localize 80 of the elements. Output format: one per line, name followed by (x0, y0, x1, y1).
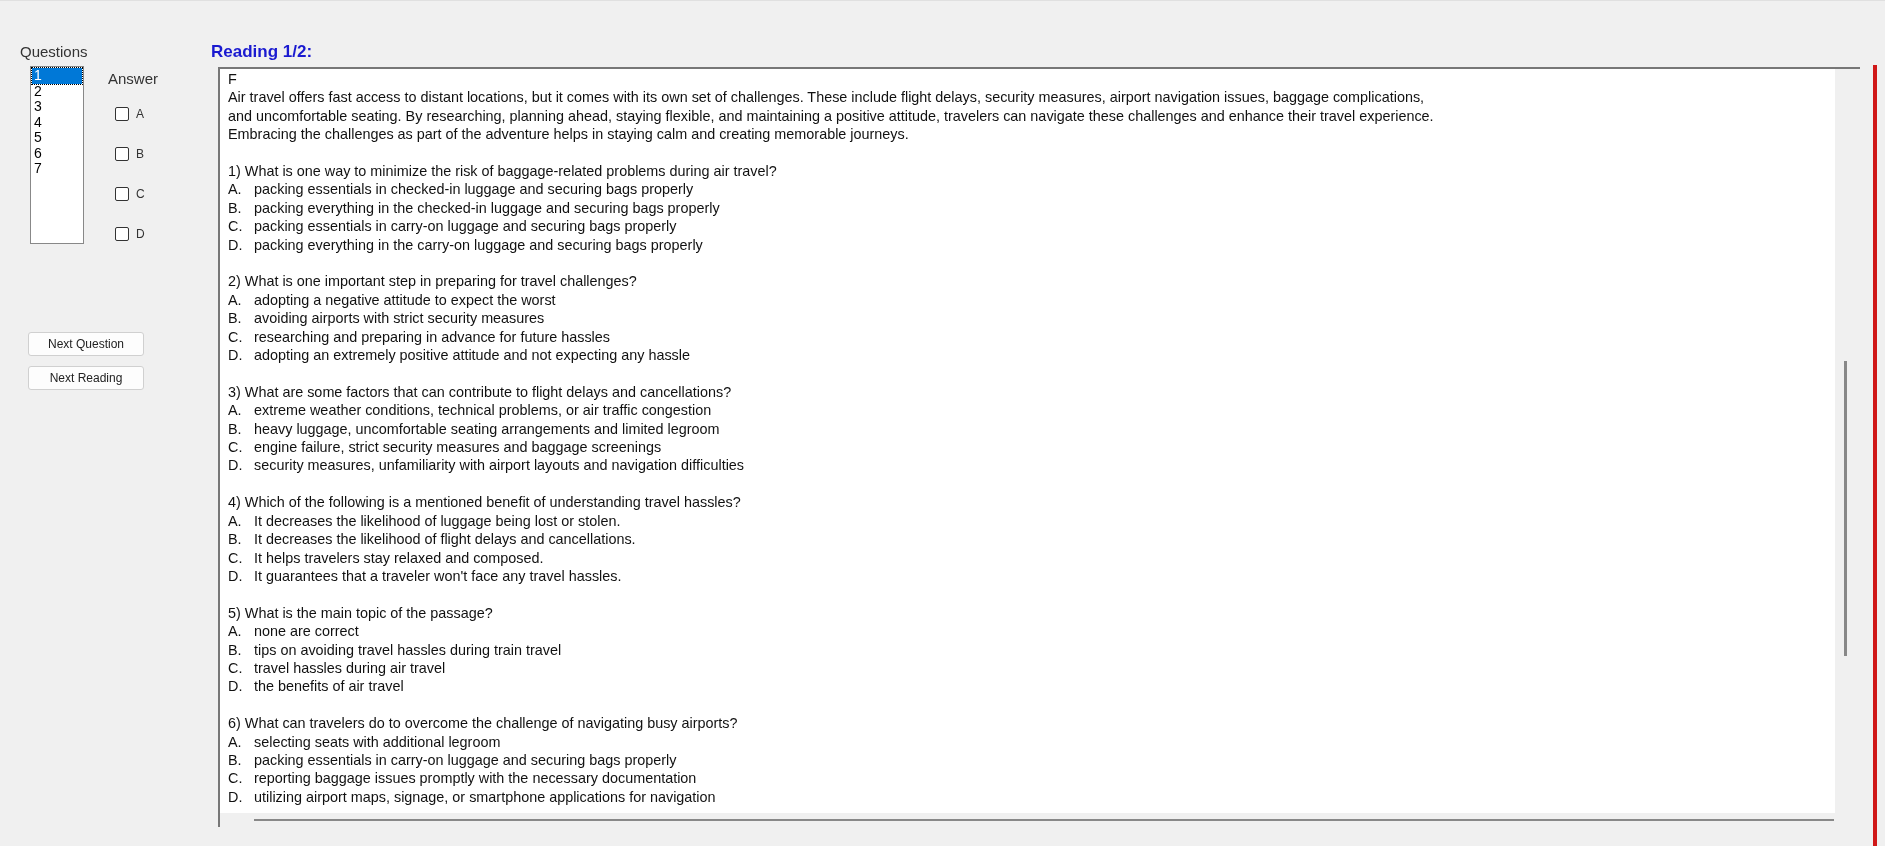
option-letter: A. (228, 511, 243, 531)
option-text: It helps travelers stay relaxed and composed. (254, 548, 544, 567)
option-letter: D. (228, 456, 244, 475)
option-text: avoiding airports with strict security measures (254, 309, 545, 328)
question-text: 5) What is the main topic of the passage? (228, 603, 494, 623)
question-list-item[interactable]: 4 (32, 114, 82, 130)
option-letter: C. (228, 217, 244, 236)
question-list-item[interactable]: 1 (32, 68, 82, 84)
option-text: It decreases the likelihood of flight delays and cancellations. (254, 530, 636, 549)
option-letter: D. (228, 346, 244, 365)
option-label: C (136, 187, 145, 201)
option-letter: B. (228, 419, 243, 439)
question-text: 2) What is one important step in preparing for travel challenges? (228, 272, 638, 291)
option-text: engine failure, strict security measures and baggage screenings (254, 438, 662, 457)
checkbox[interactable] (115, 147, 129, 161)
question-text: 1) What is one way to minimize the risk of baggage-related problems during air travel? (228, 162, 778, 181)
question-list-item[interactable]: 3 (32, 99, 82, 115)
question-text: 6) What can travelers do to overcome the challenge of navigating busy airports? (228, 714, 739, 733)
option-text: heavy luggage, uncomfortable seating arrangements and limited legroom (254, 419, 720, 439)
option-text: the benefits of air travel (254, 677, 404, 696)
option-letter: C. (228, 658, 244, 678)
option-letter: C. (228, 769, 244, 788)
passage-line: Embracing the challenges as part of the adventure helps in staying calm and creating memorable journeys. (228, 125, 910, 144)
option-text: packing everything in the checked-in luggage and securing bags properly (254, 198, 720, 218)
option-letter: A. (228, 622, 243, 641)
option-letter: D. (228, 235, 244, 255)
option-letter: A. (228, 180, 243, 199)
passage-line: Air travel offers fast access to distant locations, but it comes with its own set of challenges. These include flight delays, security measures, airport navigation issues, baggage complications, (228, 88, 1426, 107)
question-text: 3) What are some factors that can contribute to flight delays and cancellations? (228, 382, 733, 402)
option-letter: B. (228, 309, 243, 328)
option-text: It guarantees that a traveler won't face any travel hassles. (254, 566, 622, 586)
option-text: packing everything in the carry-on luggage and securing bags properly (254, 235, 703, 255)
option-text: It decreases the likelihood of luggage being lost or stolen. (254, 511, 621, 531)
option-label: A (136, 107, 144, 121)
question-list-item[interactable]: 7 (32, 161, 82, 177)
text-line: F (228, 70, 238, 89)
option-text: adopting a negative attitude to expect the worst (254, 290, 556, 310)
option-text: reporting baggage issues promptly with the necessary documentation (254, 769, 697, 788)
scrollbar-thumb[interactable] (1844, 361, 1847, 656)
option-letter: C. (228, 438, 244, 457)
option-letter: B. (228, 530, 243, 549)
checkbox[interactable] (115, 107, 129, 121)
option-text: selecting seats with additional legroom (254, 732, 501, 751)
option-text: packing essentials in carry-on luggage and securing bags properly (254, 750, 677, 770)
option-letter: C. (228, 327, 244, 347)
answer-label: Answer (108, 70, 159, 87)
option-letter: A. (228, 290, 243, 310)
option-text: adopting an extremely positive attitude and not expecting any hassle (254, 346, 690, 365)
option-letter: A. (228, 401, 243, 420)
option-label: D (136, 227, 145, 241)
question-list-item[interactable]: 5 (32, 130, 82, 146)
questions-label: Questions (20, 43, 89, 60)
option-letter: D. (228, 677, 244, 696)
option-letter: D. (228, 566, 244, 586)
option-text: packing essentials in checked-in luggage and securing bags properly (254, 180, 694, 199)
checkbox[interactable] (115, 187, 129, 201)
option-text: extreme weather conditions, technical problems, or air traffic congestion (254, 401, 712, 420)
question-list-item[interactable]: 6 (32, 145, 82, 161)
next-button[interactable]: Next Reading (28, 366, 144, 390)
reading-title: Reading 1/2: (211, 42, 314, 62)
option-text: tips on avoiding travel hassles during train travel (254, 640, 562, 659)
scrollbar-thumb[interactable] (254, 819, 1834, 821)
option-letter: C. (228, 548, 244, 567)
question-text: 4) Which of the following is a mentioned benefit of understanding travel hassles? (228, 493, 742, 512)
option-letter: B. (228, 750, 243, 770)
option-label: B (136, 147, 144, 161)
next-button[interactable]: Next Question (28, 332, 144, 356)
option-letter: B. (228, 640, 243, 659)
question-list-item[interactable]: 2 (32, 83, 82, 99)
option-text: packing essentials in carry-on luggage and securing bags properly (254, 217, 677, 236)
option-text: researching and preparing in advance for future hassles (254, 327, 610, 347)
option-letter: D. (228, 787, 244, 807)
passage-line: and uncomfortable seating. By researching, planning ahead, staying flexible, and maintaining a positive attitude, travelers can navigate these challenges and enhance their travel experience. (228, 106, 1435, 126)
option-letter: B. (228, 198, 243, 218)
option-letter: A. (228, 732, 243, 751)
option-text: security measures, unfamiliarity with airport layouts and navigation difficulties (254, 456, 745, 475)
option-text: none are correct (254, 622, 359, 641)
option-text: utilizing airport maps, signage, or smartphone applications for navigation (254, 787, 716, 807)
checkbox[interactable] (115, 227, 129, 241)
option-text: travel hassles during air travel (254, 658, 446, 678)
